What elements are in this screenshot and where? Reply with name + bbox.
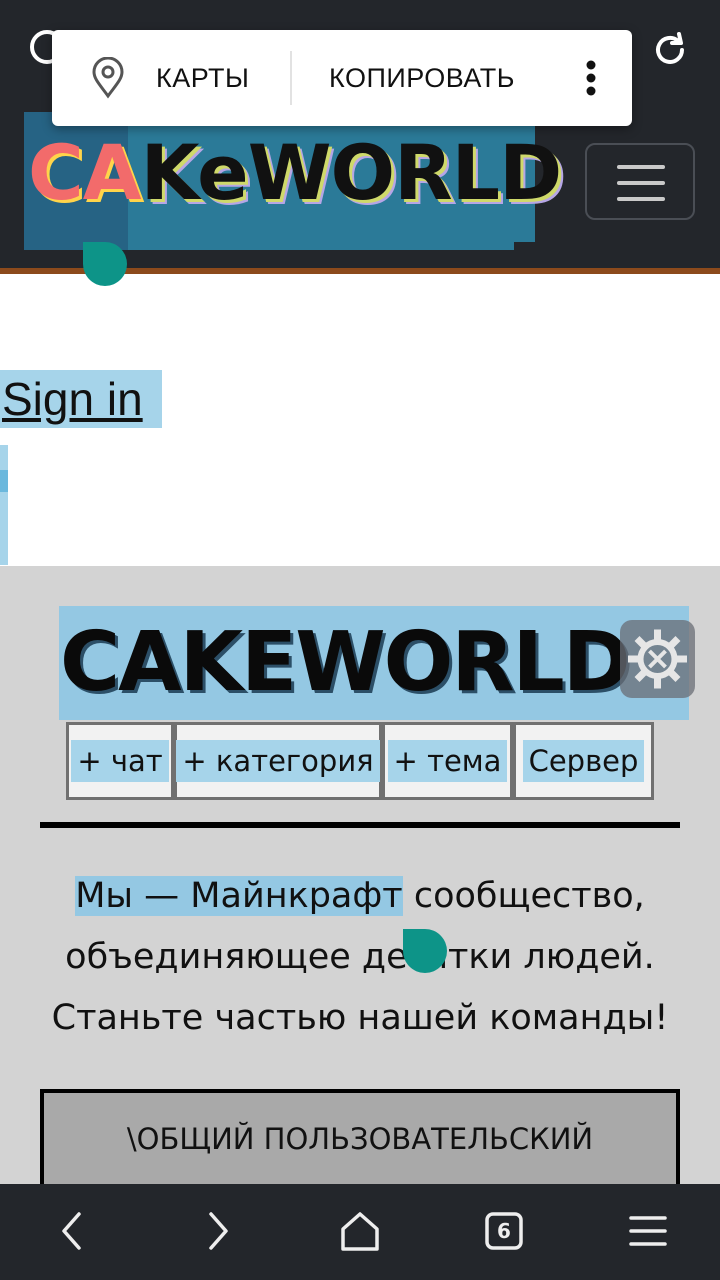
- maps-label: КАРТЫ: [156, 62, 250, 93]
- gear-icon: [628, 629, 687, 689]
- maps-action[interactable]: КАРТЫ: [52, 30, 290, 126]
- new-chat-button[interactable]: + чат: [66, 722, 174, 800]
- menu-bar-icon: [617, 181, 665, 185]
- page-title: CAKEWORLD: [60, 615, 631, 710]
- tab-count: 6: [497, 1219, 511, 1243]
- nav-label: + категория: [176, 740, 380, 782]
- new-topic-button[interactable]: + тема: [382, 722, 513, 800]
- home-button[interactable]: [335, 1206, 385, 1256]
- nav-label: + тема: [387, 740, 508, 782]
- menu-icon: [629, 1216, 667, 1246]
- menu-bar-icon: [617, 165, 665, 169]
- selection-end-handle[interactable]: [403, 929, 447, 973]
- menu-bar-icon: [617, 197, 665, 201]
- forum-section-title: \ОБЩИЙ ПОЛЬЗОВАТЕЛЬСКИЙ: [126, 1122, 594, 1156]
- description-text: сообщество,: [402, 876, 645, 916]
- logo-part-1: CA: [28, 128, 142, 217]
- community-description: Мы — Майнкрафт сообщество, объединяющее …: [24, 866, 696, 1049]
- selected-text: Мы — Майнкрафт: [75, 876, 403, 916]
- server-button[interactable]: Сервер: [513, 722, 654, 800]
- sign-in-link[interactable]: Sign in: [2, 372, 143, 426]
- description-text: объединяющее десятки людей.: [65, 937, 655, 977]
- text-selection-highlight: [0, 445, 8, 565]
- browser-menu-button[interactable]: [623, 1206, 673, 1256]
- location-pin-icon: [92, 57, 124, 99]
- selection-start-handle[interactable]: [83, 242, 127, 286]
- section-divider: [40, 822, 680, 828]
- home-icon: [341, 1212, 379, 1251]
- text-selection-highlight: [0, 470, 8, 492]
- settings-button[interactable]: [620, 620, 695, 698]
- description-text: Станьте частью нашей команды!: [51, 998, 669, 1038]
- chevron-left-icon: [62, 1212, 81, 1250]
- tabs-button[interactable]: 6: [479, 1206, 529, 1256]
- more-vertical-icon: [586, 60, 596, 96]
- forward-button[interactable]: [192, 1206, 242, 1256]
- site-logo[interactable]: CAKeWORLD: [28, 128, 563, 218]
- text-selection-popup: КАРТЫ КОПИРОВАТЬ: [52, 30, 632, 126]
- nav-label: + чат: [71, 740, 169, 782]
- copy-label: КОПИРОВАТЬ: [329, 62, 515, 93]
- hamburger-menu-button[interactable]: [585, 143, 695, 220]
- new-category-button[interactable]: + категория: [174, 722, 382, 800]
- nav-label: Сервер: [522, 740, 645, 782]
- reload-icon[interactable]: [650, 30, 690, 70]
- more-options-button[interactable]: [552, 30, 630, 126]
- logo-part-2: KeWORLD: [140, 128, 563, 217]
- chevron-right-icon: [209, 1212, 228, 1250]
- copy-action[interactable]: КОПИРОВАТЬ: [292, 30, 552, 126]
- back-button[interactable]: [48, 1206, 98, 1256]
